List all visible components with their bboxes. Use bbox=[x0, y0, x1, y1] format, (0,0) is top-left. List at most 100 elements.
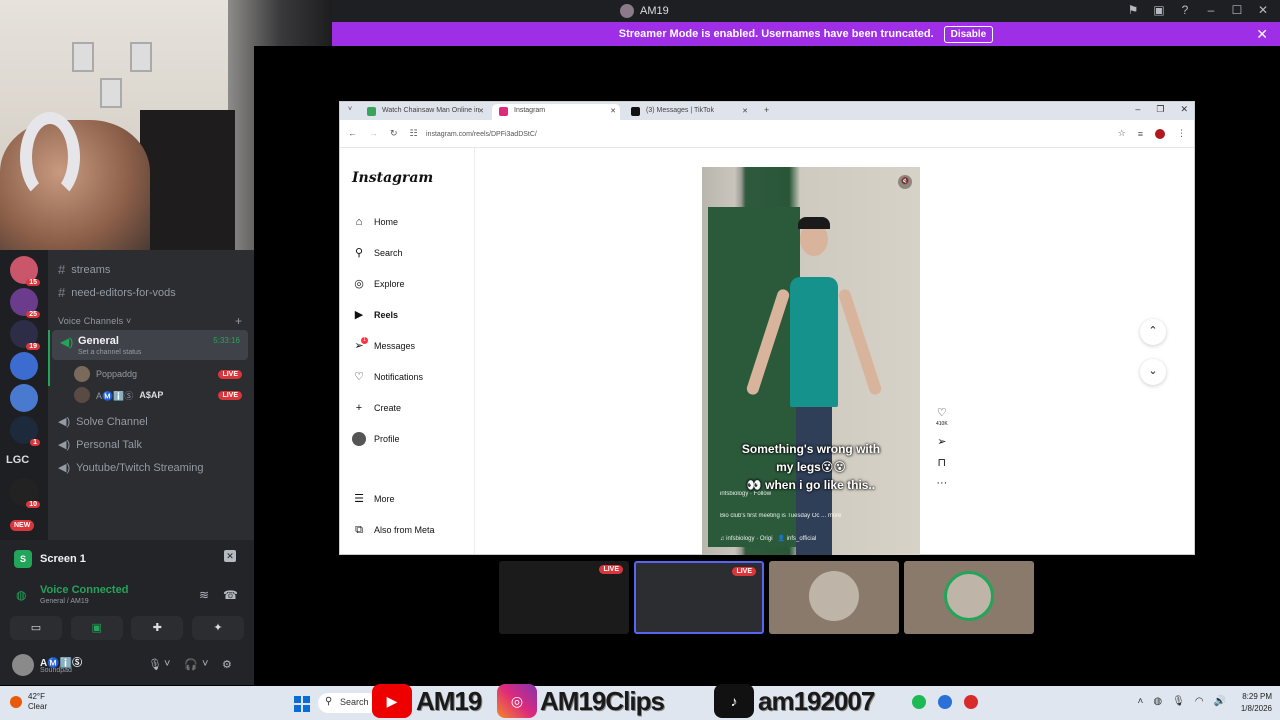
app-icon[interactable] bbox=[964, 695, 978, 709]
url-field[interactable]: instagram.com/reels/DPFi3adDStC/ bbox=[426, 131, 537, 138]
banner-close-icon[interactable]: ✕ bbox=[1256, 26, 1268, 43]
voice-user[interactable]: AⓂ️ℹ️Ⓢ A$AP LIVE bbox=[74, 387, 242, 403]
app-icon[interactable] bbox=[938, 695, 952, 709]
server-icon[interactable]: 10 bbox=[10, 478, 40, 508]
menu-icon[interactable]: ⋮ bbox=[1177, 128, 1186, 139]
participant-tile[interactable] bbox=[769, 561, 899, 634]
close-tab-icon[interactable]: ✕ bbox=[742, 107, 748, 115]
clock[interactable]: 8:29 PM 1/8/2026 bbox=[1241, 691, 1272, 715]
channel-solve[interactable]: ◀) Solve Channel bbox=[58, 415, 148, 429]
server-icon[interactable]: 15 bbox=[10, 256, 40, 286]
instagram-logo[interactable]: Instagram bbox=[352, 170, 433, 186]
stop-share-icon[interactable]: ✕ bbox=[224, 550, 236, 562]
nav-notifications[interactable]: ♡ Notifications bbox=[352, 370, 423, 384]
stream-thumbnail[interactable]: LIVE bbox=[634, 561, 764, 634]
camera-off-button[interactable]: ▭ bbox=[10, 616, 62, 640]
tab-chainsaw-man[interactable]: Watch Chainsaw Man Online in ✕ bbox=[360, 104, 488, 120]
server-lgc[interactable]: LGC bbox=[6, 454, 29, 466]
bookmark-star-icon[interactable]: ☆ bbox=[1118, 128, 1126, 139]
forward-icon[interactable]: → bbox=[369, 128, 378, 139]
close-icon[interactable]: ✕ bbox=[1256, 3, 1270, 17]
share-icon[interactable]: ➢ bbox=[937, 435, 946, 448]
nav-profile[interactable]: Profile bbox=[352, 432, 400, 446]
disable-button[interactable]: Disable bbox=[943, 25, 994, 43]
weather-widget[interactable]: 42°F Clear bbox=[10, 692, 47, 712]
tab-search-icon[interactable]: ˅ bbox=[348, 106, 352, 113]
disconnect-icon[interactable]: ☎ bbox=[223, 588, 238, 602]
mic-icon[interactable]: 🎙 bbox=[1172, 696, 1185, 707]
maximize-icon[interactable]: ❐ bbox=[1156, 104, 1164, 115]
profile-avatar[interactable] bbox=[1155, 128, 1165, 139]
volume-icon[interactable]: 🔊 bbox=[1214, 696, 1226, 707]
nav-reels[interactable]: ▶ Reels bbox=[352, 308, 398, 322]
reload-icon[interactable]: ↻ bbox=[390, 128, 398, 139]
avatar[interactable] bbox=[12, 654, 34, 676]
close-tab-icon[interactable]: ✕ bbox=[610, 107, 616, 115]
server-icon[interactable]: 25 bbox=[10, 288, 40, 318]
maximize-icon[interactable]: ☐ bbox=[1230, 3, 1244, 17]
channel-personal-talk[interactable]: ◀) Personal Talk bbox=[58, 438, 142, 452]
taskbar-search[interactable]: ⚲ Search bbox=[318, 693, 378, 713]
nav-search[interactable]: ⚲ Search bbox=[352, 246, 403, 260]
screen-share-button[interactable]: ▣ bbox=[70, 616, 123, 640]
stream-thumbnail[interactable]: LIVE bbox=[499, 561, 629, 634]
add-channel-icon[interactable]: + bbox=[235, 314, 242, 328]
close-tab-icon[interactable]: ✕ bbox=[478, 107, 484, 115]
minimize-icon[interactable]: – bbox=[1204, 3, 1218, 17]
site-info-icon[interactable]: ☷ bbox=[410, 128, 418, 139]
like-heart-icon[interactable]: ♡ bbox=[937, 406, 947, 419]
server-icon[interactable] bbox=[10, 352, 38, 380]
close-icon[interactable]: ✕ bbox=[1180, 104, 1188, 115]
soundboard-button[interactable]: ✦ bbox=[191, 616, 244, 640]
chevron-up-icon[interactable]: ˄ bbox=[1138, 696, 1144, 707]
network-icon[interactable]: ◍ bbox=[1153, 696, 1162, 707]
activities-button[interactable]: ✚ bbox=[131, 616, 184, 640]
minimize-icon[interactable]: – bbox=[1135, 104, 1140, 115]
nav-more[interactable]: ☰ More bbox=[352, 492, 394, 506]
tab-instagram[interactable]: Instagram ✕ bbox=[492, 104, 620, 120]
voice-channel-path[interactable]: General / AM19 bbox=[40, 598, 89, 605]
microphone-icon[interactable]: 🎙 bbox=[148, 658, 162, 671]
new-badge[interactable]: NEW bbox=[10, 520, 35, 531]
voice-channel-general[interactable]: ◀) General Set a channel status 5:33:16 bbox=[52, 330, 248, 360]
noise-suppression-icon[interactable]: ≋ bbox=[199, 588, 209, 602]
tab-tiktok[interactable]: (3) Messages | TikTok ✕ bbox=[624, 104, 752, 120]
previous-reel-button[interactable]: ⌃ bbox=[1140, 319, 1166, 345]
nav-create[interactable]: + Create bbox=[352, 401, 401, 415]
headphones-icon[interactable]: 🎧 bbox=[184, 658, 198, 671]
spotify-icon[interactable] bbox=[912, 695, 926, 709]
channel-youtube-twitch[interactable]: ◀) Youtube/Twitch Streaming bbox=[58, 461, 204, 475]
voice-connected-status[interactable]: Voice Connected bbox=[40, 584, 128, 596]
help-icon[interactable]: ? bbox=[1178, 3, 1192, 17]
new-tab-icon[interactable]: + bbox=[764, 105, 769, 115]
back-icon[interactable]: ← bbox=[348, 128, 357, 139]
reel-audio[interactable]: ♫ infsbiology · Origi 👤 infs_official bbox=[720, 535, 816, 542]
extensions-icon[interactable]: ≡ bbox=[1138, 129, 1143, 139]
save-bookmark-icon[interactable]: ⊓ bbox=[938, 456, 947, 469]
nav-also-from-meta[interactable]: ⧉ Also from Meta bbox=[352, 523, 434, 537]
screen-icon[interactable]: ▣ bbox=[1152, 3, 1166, 17]
more-options-icon[interactable]: ··· bbox=[936, 477, 947, 489]
voice-channels-header[interactable]: Voice Channels ˅ bbox=[58, 316, 132, 326]
mute-icon[interactable]: 🔇 bbox=[898, 175, 912, 189]
channel-status[interactable]: Set a channel status bbox=[78, 349, 141, 356]
screen-share-label[interactable]: S Screen 1 bbox=[14, 550, 86, 568]
voice-user[interactable]: Poppaddg LIVE bbox=[74, 366, 242, 382]
nav-messages[interactable]: ➢ 1 Messages bbox=[352, 337, 415, 353]
server-icon[interactable] bbox=[10, 384, 38, 412]
chevron-down-icon[interactable]: ˅ bbox=[164, 658, 170, 670]
participant-tile[interactable] bbox=[904, 561, 1034, 634]
reel-description[interactable]: Bio club's first meeting is Tuesday Oc .… bbox=[720, 513, 842, 519]
windows-start-icon[interactable] bbox=[294, 696, 310, 712]
channel-streams[interactable]: # streams bbox=[58, 262, 110, 277]
reel-video[interactable]: 🔇 Something's wrong with my legs😵😵 👀 whe… bbox=[702, 167, 920, 555]
server-icon[interactable]: 1 bbox=[10, 416, 40, 446]
nav-explore[interactable]: ◎ Explore bbox=[352, 277, 404, 291]
next-reel-button[interactable]: ⌄ bbox=[1140, 359, 1166, 385]
wifi-icon[interactable]: ◠ bbox=[1195, 696, 1204, 707]
reel-author[interactable]: infsbiology · Follow bbox=[720, 491, 771, 497]
nav-home[interactable]: ⌂ Home bbox=[352, 215, 398, 229]
server-icon[interactable]: 19 bbox=[10, 320, 40, 350]
inbox-icon[interactable]: ⚑ bbox=[1126, 3, 1140, 17]
settings-gear-icon[interactable]: ⚙ bbox=[222, 658, 232, 671]
